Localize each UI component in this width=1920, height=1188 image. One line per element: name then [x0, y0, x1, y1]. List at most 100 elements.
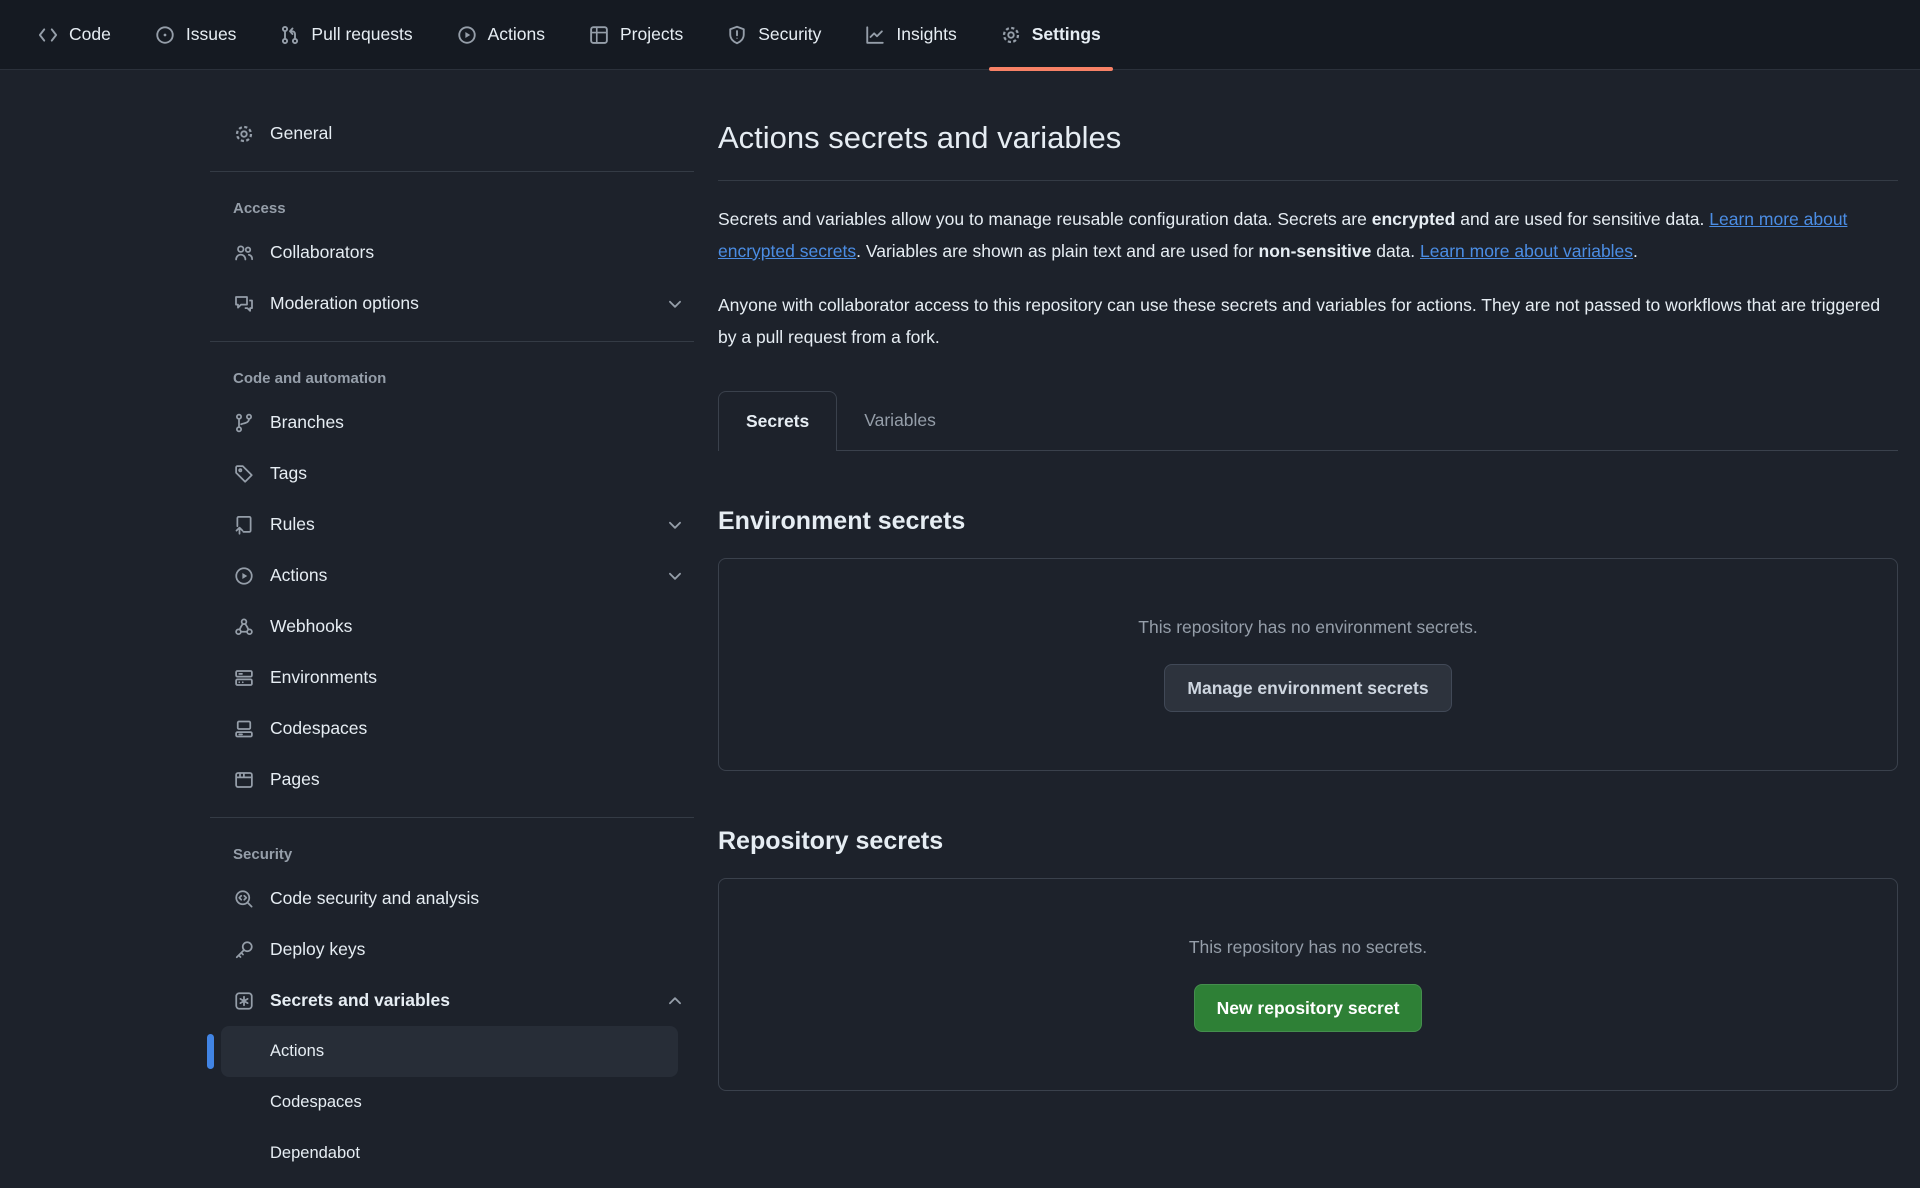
nav-tab-code-label: Code — [69, 24, 111, 45]
nav-tab-pull-requests-label: Pull requests — [311, 24, 412, 45]
webhook-icon — [233, 617, 255, 637]
divider — [210, 171, 694, 172]
code-scan-icon — [233, 889, 255, 909]
settings-sidebar: General Access Collaborators Moderation … — [210, 108, 694, 1179]
nav-tab-settings[interactable]: Settings — [1001, 0, 1101, 69]
link-learn-more-variables[interactable]: Learn more about variables — [1420, 241, 1633, 261]
nav-tab-code[interactable]: Code — [38, 0, 111, 69]
sidebar-item-label: Webhooks — [270, 616, 352, 637]
nav-tab-actions[interactable]: Actions — [457, 0, 545, 69]
sidebar-section-security: Security — [210, 830, 694, 873]
sidebar-item-label: Dependabot — [270, 1144, 360, 1163]
page-title: Actions secrets and variables — [718, 118, 1898, 158]
chevron-down-icon — [666, 516, 684, 534]
sidebar-item-label: Rules — [270, 514, 315, 535]
table-icon — [589, 25, 609, 45]
sidebar-item-label: Deploy keys — [270, 939, 365, 960]
description-paragraph-2: Anyone with collaborator access to this … — [718, 289, 1898, 353]
sidebar-item-pages[interactable]: Pages — [210, 754, 694, 805]
sidebar-section-code-and-automation: Code and automation — [210, 354, 694, 397]
tag-icon — [233, 464, 255, 484]
repository-secrets-empty-text: This repository has no secrets. — [1189, 937, 1427, 958]
desc-text: data. — [1371, 241, 1420, 261]
play-circle-icon — [457, 25, 477, 45]
sidebar-item-deploy-keys[interactable]: Deploy keys — [210, 924, 694, 975]
repo-nav: Code Issues Pull requests Actions Projec… — [0, 0, 1920, 70]
chevron-down-icon — [666, 567, 684, 585]
gear-icon — [233, 124, 255, 144]
sidebar-subitem-dependabot[interactable]: Dependabot — [221, 1128, 678, 1179]
sidebar-item-label: Actions — [270, 1042, 324, 1061]
chevron-up-icon — [666, 992, 684, 1010]
divider — [210, 817, 694, 818]
sidebar-item-tags[interactable]: Tags — [210, 448, 694, 499]
server-icon — [233, 668, 255, 688]
comment-discussion-icon — [233, 294, 255, 314]
sidebar-subitem-codespaces[interactable]: Codespaces — [221, 1077, 678, 1128]
nav-tab-projects[interactable]: Projects — [589, 0, 683, 69]
pull-request-icon — [280, 25, 300, 45]
nav-tab-security[interactable]: Security — [727, 0, 821, 69]
secret-asterisk-icon — [233, 991, 255, 1011]
graph-icon — [865, 25, 885, 45]
repository-secrets-heading: Repository secrets — [718, 827, 1898, 856]
nav-tab-insights[interactable]: Insights — [865, 0, 956, 69]
secrets-variables-tabnav: Secrets Variables — [718, 391, 1898, 451]
desc-bold-encrypted: encrypted — [1372, 209, 1456, 229]
nav-tab-security-label: Security — [758, 24, 821, 45]
sidebar-item-label: Secrets and variables — [270, 990, 450, 1011]
tab-secrets[interactable]: Secrets — [718, 391, 837, 451]
manage-environment-secrets-button[interactable]: Manage environment secrets — [1164, 664, 1451, 712]
sidebar-item-general[interactable]: General — [210, 108, 694, 159]
sidebar-subitem-actions[interactable]: Actions — [221, 1026, 678, 1077]
environment-secrets-heading: Environment secrets — [718, 507, 1898, 536]
sidebar-item-environments[interactable]: Environments — [210, 652, 694, 703]
sidebar-item-label: Pages — [270, 769, 320, 790]
sidebar-item-label: Codespaces — [270, 1093, 362, 1112]
sidebar-item-moderation-options[interactable]: Moderation options — [210, 278, 694, 329]
sidebar-item-code-security[interactable]: Code security and analysis — [210, 873, 694, 924]
chevron-down-icon — [666, 295, 684, 313]
divider — [718, 180, 1898, 181]
tab-variables[interactable]: Variables — [837, 391, 963, 450]
sidebar-item-label: Codespaces — [270, 718, 367, 739]
description-paragraph-1: Secrets and variables allow you to manag… — [718, 203, 1898, 267]
sidebar-section-access: Access — [210, 184, 694, 227]
sidebar-item-secrets-and-variables[interactable]: Secrets and variables — [210, 975, 694, 1026]
nav-tab-settings-label: Settings — [1032, 24, 1101, 45]
play-circle-icon — [233, 566, 255, 586]
environment-secrets-empty-box: This repository has no environment secre… — [718, 558, 1898, 771]
divider — [210, 341, 694, 342]
main-content: Actions secrets and variables Secrets an… — [718, 70, 1898, 1091]
sidebar-item-collaborators[interactable]: Collaborators — [210, 227, 694, 278]
sidebar-item-rules[interactable]: Rules — [210, 499, 694, 550]
gear-icon — [1001, 25, 1021, 45]
nav-tab-issues-label: Issues — [186, 24, 237, 45]
nav-tab-issues[interactable]: Issues — [155, 0, 237, 69]
nav-tab-actions-label: Actions — [488, 24, 545, 45]
repository-secrets-empty-box: This repository has no secrets. New repo… — [718, 878, 1898, 1091]
new-repository-secret-button[interactable]: New repository secret — [1194, 984, 1423, 1032]
sidebar-item-label: Branches — [270, 412, 344, 433]
people-icon — [233, 243, 255, 263]
sidebar-item-branches[interactable]: Branches — [210, 397, 694, 448]
nav-tab-pull-requests[interactable]: Pull requests — [280, 0, 412, 69]
sidebar-item-label: Moderation options — [270, 293, 419, 314]
desc-text: . — [1633, 241, 1638, 261]
sidebar-item-label: Environments — [270, 667, 377, 688]
rules-icon — [233, 515, 255, 535]
issue-icon — [155, 25, 175, 45]
sidebar-item-codespaces[interactable]: Codespaces — [210, 703, 694, 754]
git-branch-icon — [233, 413, 255, 433]
sidebar-item-label: Collaborators — [270, 242, 374, 263]
sidebar-item-webhooks[interactable]: Webhooks — [210, 601, 694, 652]
nav-tab-projects-label: Projects — [620, 24, 683, 45]
sidebar-item-label: Tags — [270, 463, 307, 484]
sidebar-item-label: Actions — [270, 565, 327, 586]
sidebar-item-label: Code security and analysis — [270, 888, 479, 909]
sidebar-item-actions[interactable]: Actions — [210, 550, 694, 601]
code-icon — [38, 25, 58, 45]
nav-tab-insights-label: Insights — [896, 24, 956, 45]
desc-bold-non-sensitive: non-sensitive — [1259, 241, 1372, 261]
sidebar-item-label: General — [270, 123, 332, 144]
